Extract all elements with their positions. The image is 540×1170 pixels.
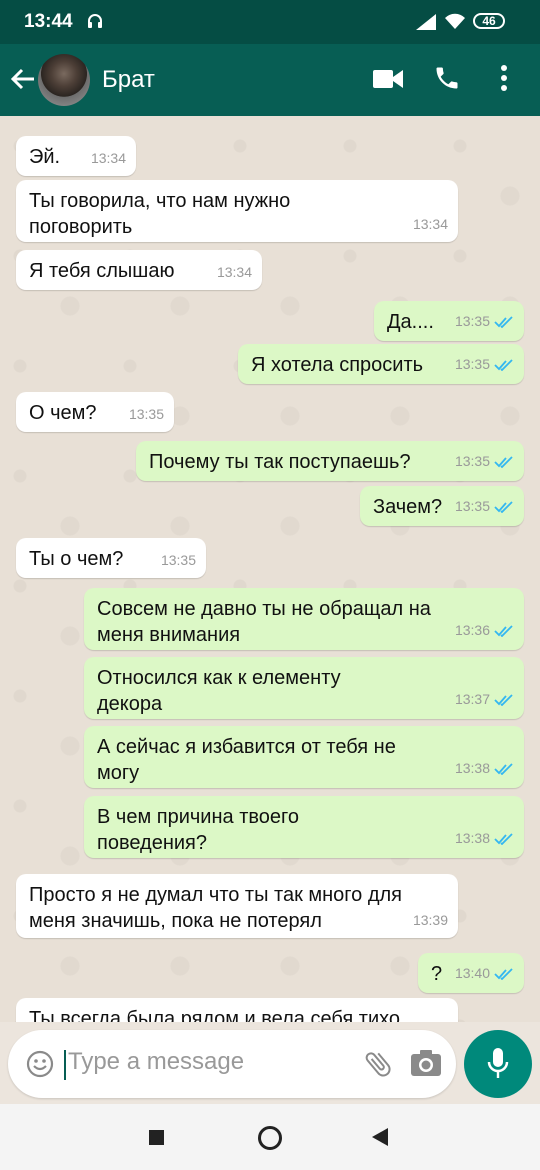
message-time: 13:39 [412, 912, 448, 928]
outgoing-message[interactable]: Я хотела спросить 13:35 [238, 344, 524, 384]
mic-icon [487, 1048, 509, 1078]
message-text: Я хотела спросить [251, 354, 424, 376]
message-text: Зачем? [373, 496, 443, 518]
status-bar: 13:44 46 [0, 0, 540, 44]
message-text: Относился как к елементу декора [97, 667, 341, 715]
message-time: 13:34 [412, 216, 448, 232]
message-text: Ты говорила, что нам нужно поговорить [29, 190, 291, 238]
headphones-icon [86, 12, 104, 35]
camera-icon[interactable] [410, 1048, 442, 1083]
text-cursor [64, 1050, 66, 1080]
incoming-message[interactable]: Я тебя слышаю 13:34 [16, 250, 262, 290]
message-meta: 13:35 [161, 547, 196, 573]
message-text: Я тебя слышаю [29, 260, 175, 282]
outgoing-message[interactable]: Зачем? 13:35 [360, 486, 524, 526]
read-ticks-icon [494, 688, 514, 714]
message-text: Эй. [29, 146, 61, 168]
message-text: Ты всегда была рядом и вела себя тихо [29, 1008, 401, 1022]
home-button[interactable] [258, 1126, 282, 1150]
message-input[interactable]: Type a message [68, 1048, 244, 1076]
read-ticks-icon [494, 310, 514, 336]
message-time: 13:35 [454, 313, 490, 329]
back-arrow-icon[interactable] [10, 66, 36, 97]
read-ticks-icon [494, 450, 514, 476]
read-ticks-icon [494, 757, 514, 783]
message-time: 13:35 [128, 406, 164, 422]
outgoing-message[interactable]: Относился как к елементу декора 13:37 [84, 657, 524, 719]
emoji-icon[interactable] [26, 1050, 54, 1083]
message-meta: 13:35 [129, 401, 164, 427]
more-vertical-icon[interactable] [500, 64, 508, 97]
message-time: 13:35 [454, 453, 490, 469]
message-time: 13:38 [454, 830, 490, 846]
message-time: 13:38 [454, 760, 490, 776]
message-meta: 13:35 [455, 448, 514, 476]
message-time: 13:40 [454, 965, 490, 981]
message-text: А сейчас я избавится от тебя не могу [97, 736, 396, 784]
read-ticks-icon [494, 353, 514, 379]
recents-button[interactable] [149, 1130, 164, 1145]
incoming-message[interactable]: О чем? 13:35 [16, 392, 174, 432]
message-time: 13:37 [454, 691, 490, 707]
attach-icon[interactable] [362, 1048, 394, 1085]
message-meta: 13:39 [413, 907, 448, 933]
voice-record-button[interactable] [464, 1030, 532, 1098]
read-ticks-icon [494, 619, 514, 645]
message-time: 13:35 [160, 552, 196, 568]
read-ticks-icon [494, 495, 514, 521]
outgoing-message[interactable]: Совсем не давно ты не обращал на меня вни… [84, 588, 524, 650]
video-call-icon[interactable] [373, 68, 403, 95]
message-time: 13:36 [454, 622, 490, 638]
message-meta: 13:38 [455, 755, 514, 783]
message-text: Ты о чем? [29, 548, 124, 570]
incoming-message[interactable]: Ты говорила, что нам нужно поговорить 13:3… [16, 180, 458, 242]
message-meta: 13:35 [455, 351, 514, 379]
incoming-message[interactable]: Эй. 13:34 [16, 136, 136, 176]
message-text: ? [431, 963, 443, 985]
battery-indicator: 46 [473, 13, 505, 29]
message-time: 13:34 [216, 264, 252, 280]
message-text: Просто я не думал что ты так много для ме… [29, 884, 403, 932]
message-meta: 13:36 [455, 617, 514, 645]
status-time: 13:44 [24, 11, 73, 32]
signal-icon [416, 14, 436, 35]
outgoing-message[interactable]: Почему ты так поступаешь? 13:35 [136, 441, 524, 481]
outgoing-message[interactable]: Да.... 13:35 [374, 301, 524, 341]
outgoing-message[interactable]: А сейчас я избавится от тебя не могу 13:38 [84, 726, 524, 788]
message-meta: 13:35 [455, 308, 514, 336]
message-meta: 13:34 [91, 145, 126, 171]
message-text: Да.... [387, 311, 434, 333]
message-meta: 13:37 [455, 686, 514, 714]
message-time: 13:35 [454, 356, 490, 372]
phone-icon[interactable] [433, 64, 461, 97]
message-time: 13:34 [90, 150, 126, 166]
read-ticks-icon [494, 962, 514, 988]
message-text: Совсем не давно ты не обращал на меня вни… [97, 598, 431, 646]
outgoing-message[interactable]: ? 13:40 [418, 953, 524, 993]
message-meta: 13:38 [455, 825, 514, 853]
system-navigation-bar [0, 1104, 540, 1170]
message-list[interactable]: Эй. 13:34 Ты говорила, что нам нужно погово… [0, 116, 540, 1022]
message-meta: 13:34 [217, 259, 252, 285]
outgoing-message[interactable]: В чем причина твоего поведения? 13:38 [84, 796, 524, 858]
chat-header: Брат [0, 44, 540, 116]
message-text: Почему ты так поступаешь? [149, 451, 411, 473]
incoming-message[interactable]: Ты о чем? 13:35 [16, 538, 206, 578]
message-text: О чем? [29, 402, 97, 424]
message-composer: Type a message [8, 1030, 456, 1098]
avatar[interactable] [38, 54, 90, 106]
back-button[interactable] [372, 1128, 388, 1151]
message-meta: 13:35 [455, 493, 514, 521]
message-time: 13:35 [454, 498, 490, 514]
incoming-message[interactable]: Ты всегда была рядом и вела себя тихо [16, 998, 458, 1022]
message-meta: 13:40 [455, 960, 514, 988]
message-text: В чем причина твоего поведения? [97, 806, 299, 854]
incoming-message[interactable]: Просто я не думал что ты так много для ме… [16, 874, 458, 938]
contact-name[interactable]: Брат [102, 66, 155, 94]
wifi-icon [444, 12, 466, 35]
read-ticks-icon [494, 827, 514, 853]
message-meta: 13:34 [413, 211, 448, 237]
